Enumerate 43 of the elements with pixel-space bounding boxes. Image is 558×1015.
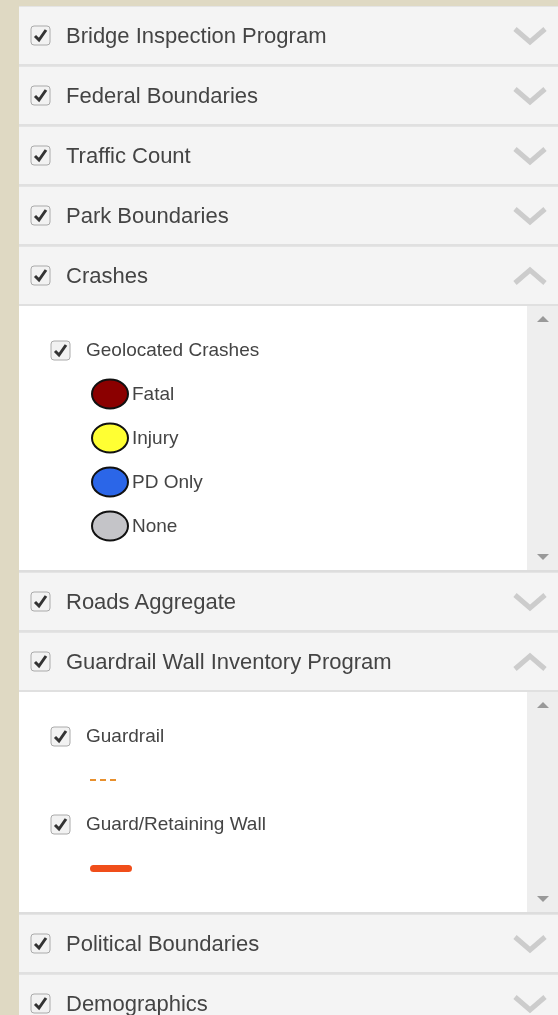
legend-label: Injury (132, 427, 179, 449)
scrollbar[interactable] (527, 306, 558, 570)
scroll-down-icon[interactable] (536, 896, 549, 902)
layer-header[interactable]: Crashes (19, 246, 558, 306)
checkbox[interactable] (30, 933, 51, 954)
checkbox[interactable] (30, 145, 51, 166)
scrollbar[interactable] (527, 692, 558, 912)
layer-header[interactable]: Bridge Inspection Program (19, 6, 558, 66)
checkbox[interactable] (30, 591, 51, 612)
layer-header[interactable]: Guardrail Wall Inventory Program (19, 632, 558, 692)
chevron-down-icon[interactable] (512, 933, 548, 954)
checkbox[interactable] (30, 85, 51, 106)
chevron-down-icon[interactable] (512, 25, 548, 46)
legend-label: PD Only (132, 471, 203, 493)
sublayer-label: Guard/Retaining Wall (86, 813, 266, 835)
layer-header[interactable]: Park Boundaries (19, 186, 558, 246)
checkbox[interactable] (50, 339, 71, 361)
sublayer-label: Geolocated Crashes (86, 339, 260, 361)
chevron-up-icon[interactable] (512, 265, 548, 286)
checkbox[interactable] (30, 25, 51, 46)
chevron-down-icon[interactable] (512, 993, 548, 1014)
legend-label: Fatal (132, 383, 175, 405)
layer-header[interactable]: Federal Boundaries (19, 66, 558, 126)
chevron-down-icon[interactable] (512, 145, 548, 166)
sublayer-label: Guardrail (86, 725, 165, 747)
scroll-down-icon[interactable] (536, 554, 549, 560)
chevron-down-icon[interactable] (512, 85, 548, 106)
chevron-up-icon[interactable] (512, 651, 548, 672)
layer-header[interactable]: Roads Aggregate (19, 572, 558, 632)
checkbox[interactable] (30, 265, 51, 286)
legend-label: None (132, 515, 178, 537)
layer-header[interactable]: Demographics (19, 974, 558, 1015)
checkbox[interactable] (30, 993, 51, 1014)
checkbox[interactable] (30, 651, 51, 672)
scroll-up-icon[interactable] (536, 316, 549, 322)
layer-header[interactable]: Traffic Count (19, 126, 558, 186)
layer-header[interactable]: Political Boundaries (19, 914, 558, 974)
chevron-down-icon[interactable] (512, 591, 548, 612)
chevron-down-icon[interactable] (512, 205, 548, 226)
scroll-up-icon[interactable] (536, 702, 549, 708)
checkbox[interactable] (50, 725, 71, 747)
checkbox[interactable] (50, 813, 71, 835)
checkbox[interactable] (30, 205, 51, 226)
